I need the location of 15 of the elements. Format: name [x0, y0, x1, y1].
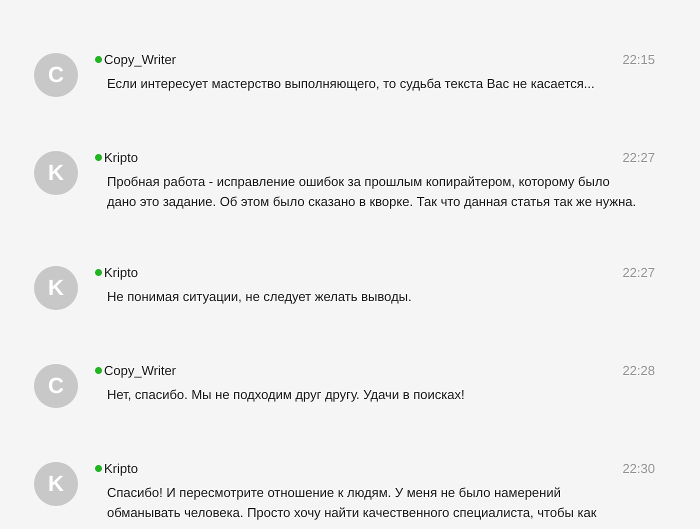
message-time: 22:27 — [622, 150, 655, 164]
message-time: 22:28 — [622, 362, 655, 378]
author-name[interactable]: Kripto — [104, 150, 138, 164]
message-text: Пробная работа - исправление ошибок за прошлым копирайтером, которому было дано это задание. Об этом было сказано в кворке. Так что данная статья так же нужна. — [107, 173, 638, 211]
message-text: Нет, спасибо. Мы не подходим друг другу. Удачи в поисках! — [107, 386, 466, 404]
message-text: Не понимая ситуации, не следует желать выводы. — [107, 288, 413, 306]
author-name[interactable]: Kripto — [104, 264, 138, 280]
message-time: 22:30 — [622, 460, 655, 476]
message-text: Спасибо! И пересмотрите отношение к людям. У меня не было намерений обманывать человека. Просто хочу найти качественного специалиста, чтобы как — [107, 484, 598, 522]
message-text: Если интересует мастерство выполняющего, то судьба текста Вас не касается... — [107, 75, 596, 93]
message-time: 22:27 — [622, 264, 655, 280]
author-name[interactable]: Kripto — [104, 460, 138, 476]
author-name[interactable]: Copy_Writer — [104, 52, 176, 66]
author-name[interactable]: Copy_Writer — [104, 362, 176, 378]
message-time: 22:15 — [622, 52, 655, 66]
